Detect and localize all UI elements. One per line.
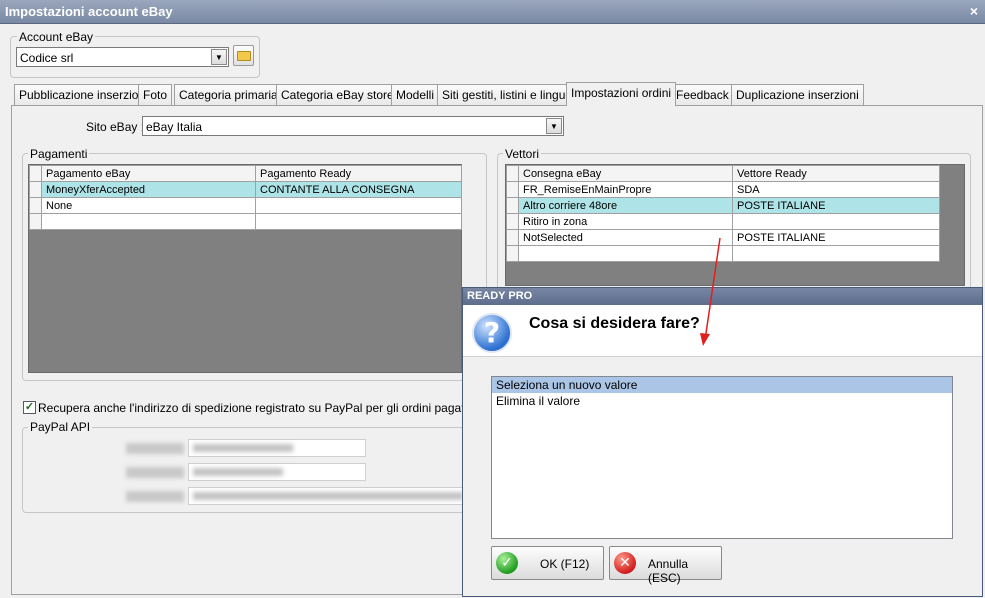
ok-button-label: OK (F12) [540,557,590,571]
window-title: Impostazioni account eBay [5,4,173,19]
table-cell[interactable]: Ritiro in zona [518,213,733,230]
table-cell[interactable] [732,213,940,230]
table-cell[interactable]: Altro corriere 48ore [518,197,733,214]
chevron-down-icon[interactable]: ▼ [211,49,227,65]
cancel-button[interactable]: ✕ Annulla (ESC) [609,546,722,585]
arrow-line [704,237,721,341]
payments-grid[interactable]: Pagamento eBay Pagamento Ready MoneyXfer… [28,164,462,373]
api-password-field[interactable] [188,463,366,481]
tab-categoria-primaria[interactable]: Categoria primaria [174,84,283,105]
row-indicator [506,181,519,198]
row-indicator [506,245,519,262]
table-cell[interactable]: POSTE ITALIANE [732,229,940,246]
table-cell[interactable]: SDA [732,181,940,198]
tab-siti-gestiti[interactable]: Siti gestiti, listini e lingue [437,84,578,105]
site-label: Sito eBay : [86,120,145,134]
account-select-value: Codice srl [20,51,74,65]
column-header[interactable]: Consegna eBay [518,165,733,182]
tab-foto[interactable]: Foto [138,84,173,105]
table-cell[interactable]: MoneyXferAccepted [41,181,256,198]
row-indicator [29,165,42,182]
window-titlebar: Impostazioni account eBay × [0,0,985,24]
api-username-label [126,443,184,454]
table-row[interactable] [29,213,462,230]
ok-check-icon: ✓ [496,552,518,574]
carriers-grid[interactable]: Consegna eBay Vettore Ready FR_RemiseEnM… [505,164,965,286]
tab-categoria-ebay-store[interactable]: Categoria eBay store [276,84,399,105]
table-cell[interactable]: FR_RemiseEnMainPropre [518,181,733,198]
account-group-label: Account eBay [17,30,96,44]
dialog-question: Cosa si desidera fare? [529,315,700,332]
row-indicator [29,197,42,214]
account-select[interactable]: Codice srl ▼ [16,47,229,67]
column-header[interactable]: Pagamento eBay [41,165,256,182]
row-indicator [506,213,519,230]
paypal-address-label: Recupera anche l'indirizzo di spedizione… [38,401,522,415]
folder-icon [237,51,251,61]
carriers-group-label: Vettori [503,147,542,161]
api-signature-label [126,491,184,502]
column-header[interactable]: Vettore Ready [732,165,940,182]
table-row[interactable]: None [29,197,462,214]
paypal-address-checkbox[interactable]: ✓ [23,401,36,414]
table-cell[interactable] [41,213,256,230]
row-indicator [29,181,42,198]
tab-pubblicazione-inserzioni[interactable]: Pubblicazione inserzioni [14,84,153,105]
table-cell[interactable] [732,245,940,262]
tab-duplicazione-inserzioni[interactable]: Duplicazione inserzioni [731,84,864,105]
payments-group-label: Pagamenti [28,147,90,161]
row-indicator [29,213,42,230]
column-header[interactable]: Pagamento Ready [255,165,462,182]
annotation-arrow [700,237,721,346]
site-select-value: eBay Italia [146,120,203,134]
table-cell[interactable]: POSTE ITALIANE [732,197,940,214]
table-header-row: Consegna eBay Vettore Ready [506,165,940,182]
chevron-down-icon[interactable]: ▼ [546,118,562,134]
table-cell[interactable] [255,213,462,230]
cancel-x-icon: ✕ [614,552,636,574]
table-row[interactable]: Altro corriere 48ore POSTE ITALIANE [506,197,940,214]
row-indicator [506,165,519,182]
dialog-options-list[interactable]: Seleziona un nuovo valore Elimina il val… [491,376,953,539]
api-password-label [126,467,184,478]
paypal-api-group-label: PayPal API [28,420,93,434]
table-header-row: Pagamento eBay Pagamento Ready [29,165,462,182]
api-signature-field[interactable] [188,487,473,505]
table-cell[interactable]: CONTANTE ALLA CONSEGNA [255,181,462,198]
ok-button[interactable]: ✓ OK (F12) [491,546,604,580]
table-row[interactable]: MoneyXferAccepted CONTANTE ALLA CONSEGNA [29,181,462,198]
arrow-head [700,333,710,346]
cancel-button-label: Annulla (ESC) [648,557,689,585]
list-item[interactable]: Elimina il valore [492,393,952,409]
close-icon[interactable]: × [966,3,982,19]
question-icon: ? [472,313,512,353]
api-username-field[interactable] [188,439,366,457]
row-indicator [506,197,519,214]
table-cell[interactable]: None [41,197,256,214]
table-cell[interactable] [255,197,462,214]
site-select[interactable]: eBay Italia ▼ [142,116,564,136]
table-row[interactable]: FR_RemiseEnMainPropre SDA [506,181,940,198]
table-row[interactable]: Ritiro in zona [506,213,940,230]
row-indicator [506,229,519,246]
browse-account-button[interactable] [233,45,254,66]
tab-impostazioni-ordini[interactable]: Impostazioni ordini [566,82,677,106]
tab-modelli[interactable]: Modelli [391,84,440,105]
list-item[interactable]: Seleziona un nuovo valore [492,377,952,393]
tab-feedback[interactable]: Feedback [671,84,734,105]
